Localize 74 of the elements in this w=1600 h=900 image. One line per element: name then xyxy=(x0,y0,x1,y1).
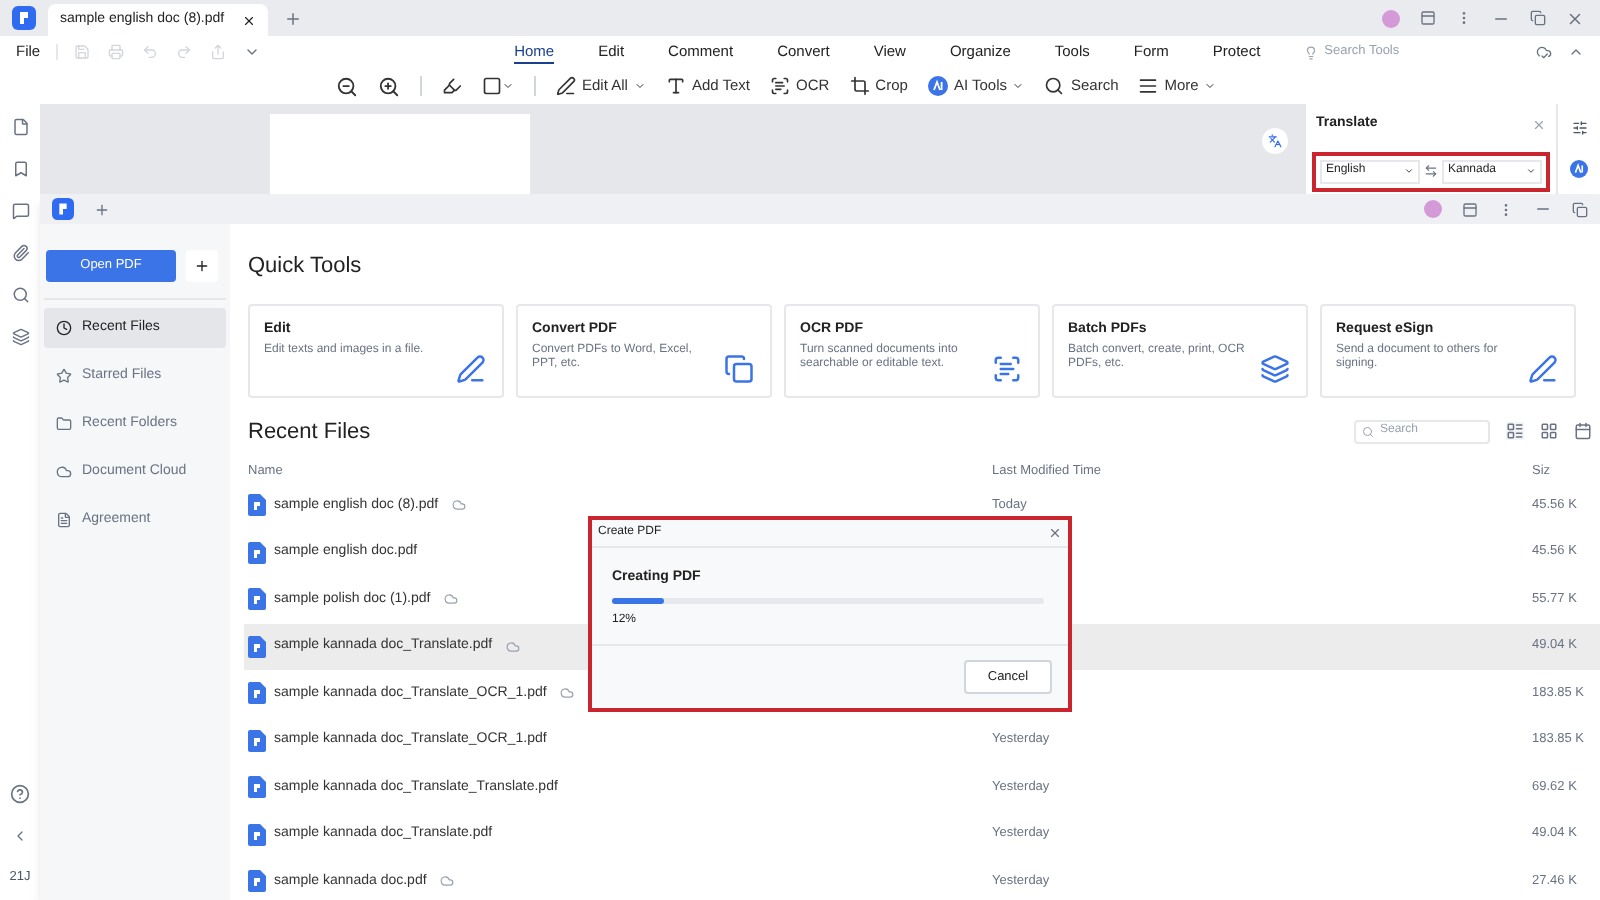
square-icon xyxy=(482,76,502,96)
lightbulb-icon xyxy=(1304,45,1319,59)
close-icon[interactable] xyxy=(242,13,256,27)
zoom-in-icon[interactable] xyxy=(378,75,400,97)
app-logo-icon xyxy=(52,198,74,220)
cloud-icon xyxy=(560,686,575,701)
tool-icon xyxy=(1528,353,1558,383)
panel-icon[interactable] xyxy=(1420,10,1436,26)
pdf-file-icon xyxy=(248,682,266,705)
pdf-file-icon xyxy=(248,776,266,799)
cloud-icon[interactable] xyxy=(1536,44,1552,60)
comment-icon[interactable] xyxy=(11,202,29,220)
pdf-file-icon xyxy=(248,870,266,893)
help-icon[interactable] xyxy=(9,784,30,805)
caret-icon[interactable] xyxy=(244,44,261,60)
section-title: Quick Tools xyxy=(248,252,364,282)
caret-icon xyxy=(633,80,646,92)
caret-icon xyxy=(1526,166,1536,176)
search-icon[interactable] xyxy=(11,286,29,304)
new-tab-icon[interactable] xyxy=(94,201,110,217)
new-tab-icon[interactable] xyxy=(284,9,302,27)
pdf-file-icon xyxy=(248,823,266,846)
toolbar-icon xyxy=(556,76,576,96)
nav-icon xyxy=(56,320,72,336)
page-icon[interactable] xyxy=(11,118,29,136)
pdf-file-icon xyxy=(248,729,266,752)
collapse-icon[interactable] xyxy=(1568,44,1584,60)
restore-icon[interactable] xyxy=(1572,201,1588,217)
plus-icon xyxy=(194,258,210,274)
cloud-icon xyxy=(440,874,455,889)
swap-icon[interactable] xyxy=(1424,164,1438,178)
panel-icon[interactable] xyxy=(1462,201,1478,217)
shape-button[interactable] xyxy=(482,76,514,96)
toolbar-icon xyxy=(1044,76,1065,96)
ai-icon[interactable] xyxy=(1570,160,1588,178)
tool-icon xyxy=(724,353,754,383)
bookmark-icon[interactable] xyxy=(11,160,29,178)
list-view-icon[interactable] xyxy=(1506,422,1524,441)
ai-icon[interactable] xyxy=(927,76,948,96)
caret-icon xyxy=(1012,80,1025,92)
cloud-icon xyxy=(444,592,459,607)
calendar-icon[interactable] xyxy=(1574,422,1592,441)
translate-icon[interactable] xyxy=(1262,128,1288,154)
highlighter-icon[interactable] xyxy=(442,76,462,96)
restore-icon[interactable] xyxy=(1530,10,1546,26)
sliders-icon[interactable] xyxy=(1571,120,1587,136)
pdf-file-icon xyxy=(248,541,266,564)
add-button[interactable] xyxy=(186,250,218,282)
toolbar-icon xyxy=(770,76,790,96)
pdf-file-icon xyxy=(248,494,266,517)
tool-icon xyxy=(992,353,1022,383)
caret-icon xyxy=(502,80,514,92)
toolbar-icon xyxy=(849,76,870,96)
caret-icon xyxy=(1404,166,1414,176)
grid-view-icon[interactable] xyxy=(1540,422,1558,441)
nav-icon xyxy=(56,416,72,432)
toolbar-icon xyxy=(1138,76,1159,96)
caret-icon xyxy=(1204,80,1217,92)
pdf-file-icon xyxy=(248,635,266,658)
search-icon xyxy=(1362,425,1374,438)
nav-icon xyxy=(56,464,72,480)
nav-icon xyxy=(56,368,72,384)
nav-icon xyxy=(56,512,72,528)
app-logo-icon xyxy=(12,6,36,30)
section-title: Recent Files xyxy=(248,417,371,447)
cloud-icon xyxy=(452,498,467,513)
tool-icon xyxy=(1260,353,1290,383)
tool-icon xyxy=(456,353,486,383)
toolbar-icon xyxy=(665,76,686,96)
pdf-file-icon xyxy=(248,588,266,611)
zoom-out-icon[interactable] xyxy=(336,75,358,97)
layers-icon[interactable] xyxy=(11,328,29,346)
cloud-icon xyxy=(506,639,521,654)
attachment-icon[interactable] xyxy=(11,244,29,262)
